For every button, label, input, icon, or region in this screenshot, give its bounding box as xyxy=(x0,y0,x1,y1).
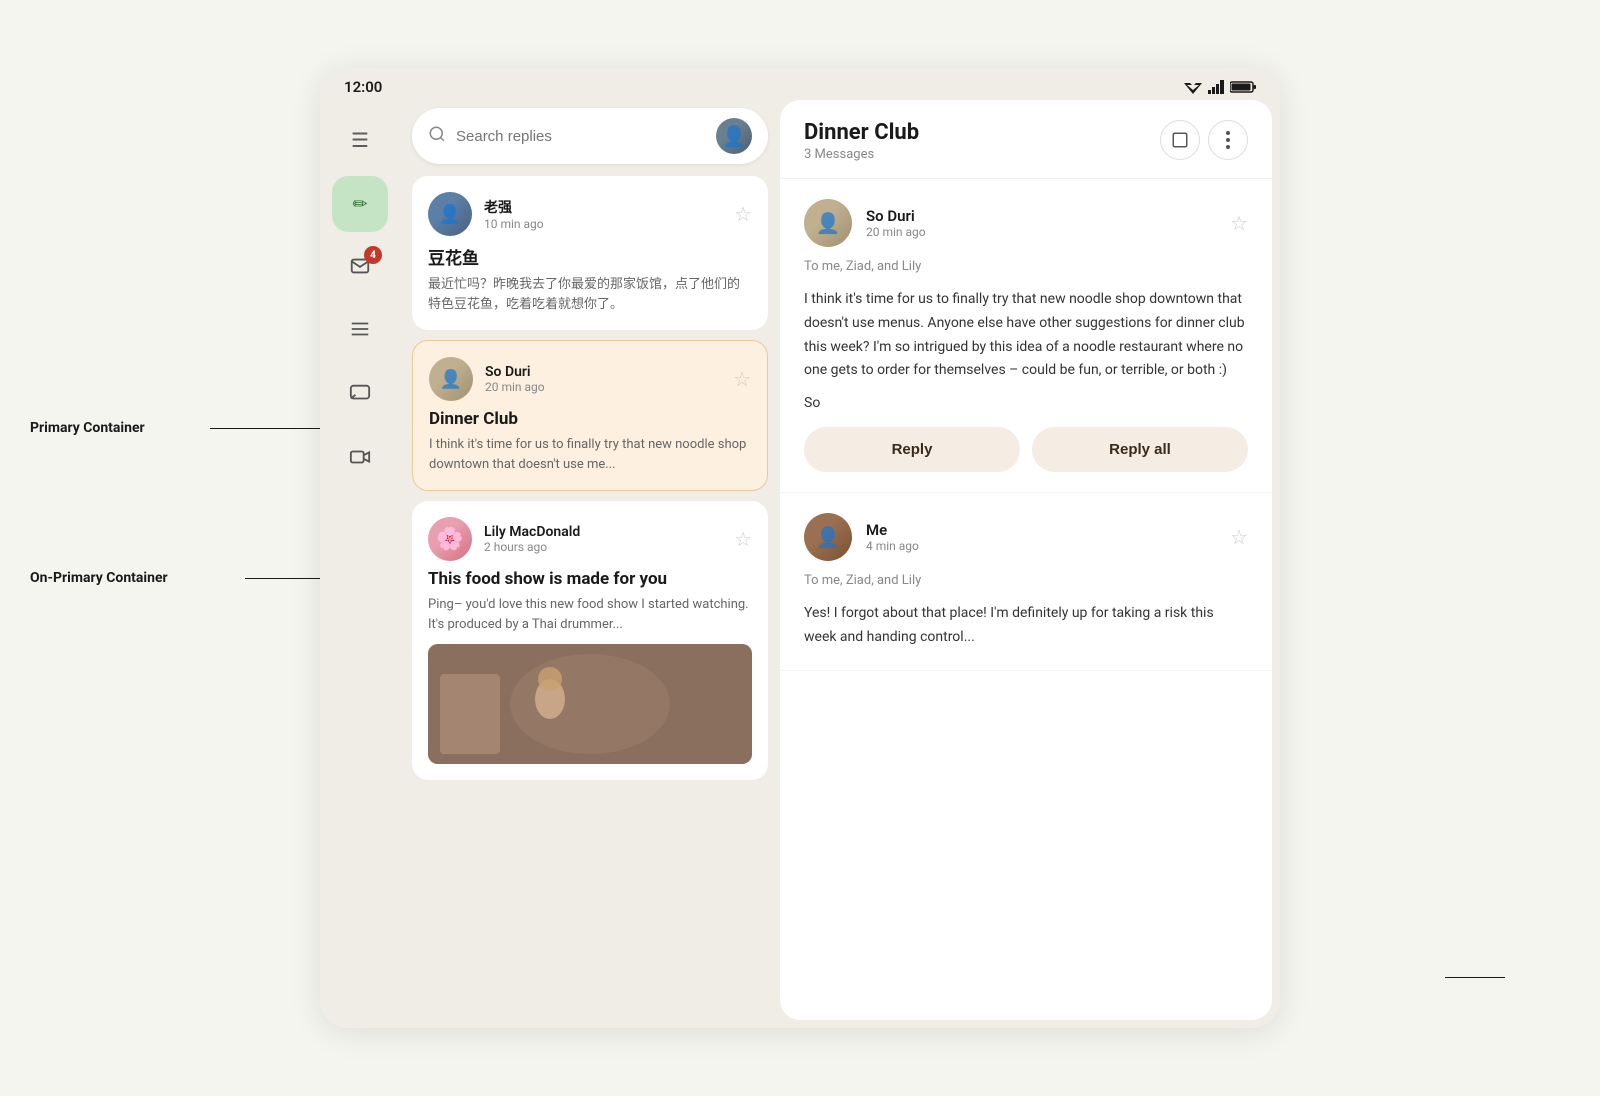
email-preview-1: 最近忙吗？昨晚我去了你最爱的那家饭馆，点了他们的特色豆花鱼，吃着吃着就想你了。 xyxy=(428,275,752,314)
status-time: 12:00 xyxy=(344,78,382,96)
email-subject-3: This food show is made for you xyxy=(428,569,752,589)
notification-badge: 4 xyxy=(364,246,382,264)
more-options-button[interactable] xyxy=(1208,120,1248,160)
message-to-1: To me, Ziad, and Lily xyxy=(804,259,1248,274)
detail-pane: Dinner Club 3 Messages xyxy=(780,100,1272,1020)
avatar-soduri-list: 👤 xyxy=(429,357,473,401)
sidebar-compose-button[interactable]: ✏ xyxy=(332,176,388,232)
chat-icon xyxy=(349,382,371,410)
message-sender-name-1: So Duri xyxy=(866,207,1216,225)
expand-button[interactable] xyxy=(1160,120,1200,160)
avatar-laoqiang: 👤 xyxy=(428,192,472,236)
email-cards-list: 👤 老强 10 min ago ☆ 豆花鱼 最近忙吗？昨晚我去了你最爱的那家饭馆… xyxy=(400,176,780,1028)
reply-button[interactable]: Reply xyxy=(804,427,1020,472)
email-list: 👤 👤 老强 10 min ago xyxy=(400,100,780,1028)
star-button-2[interactable]: ☆ xyxy=(733,367,751,391)
sender-name-1: 老强 xyxy=(484,197,722,217)
detail-actions xyxy=(1160,120,1248,160)
email-time-3: 2 hours ago xyxy=(484,540,722,554)
email-preview-2: I think it's time for us to finally try … xyxy=(429,435,751,474)
reply-actions: Reply Reply all xyxy=(804,427,1248,472)
sidebar-chat-button[interactable] xyxy=(332,368,388,424)
email-card-1[interactable]: 👤 老强 10 min ago ☆ 豆花鱼 最近忙吗？昨晚我去了你最爱的那家饭馆… xyxy=(412,176,768,330)
email-subject-1: 豆花鱼 xyxy=(428,244,752,269)
search-bar: 👤 xyxy=(412,108,768,164)
wifi-icon xyxy=(1184,80,1202,94)
video-icon xyxy=(349,446,371,474)
compose-icon: ✏ xyxy=(352,194,367,215)
on-primary-container-label: On-Primary Container xyxy=(30,570,168,586)
avatar-lily: 🌸 xyxy=(428,517,472,561)
email-image-3 xyxy=(428,644,752,764)
star-button-1[interactable]: ☆ xyxy=(734,202,752,226)
star-button-3[interactable]: ☆ xyxy=(734,527,752,551)
message-to-2: To me, Ziad, and Lily xyxy=(804,573,1248,588)
detail-body: 👤 So Duri 20 min ago ☆ To me, Ziad, and … xyxy=(780,179,1272,1020)
email-meta-2: So Duri 20 min ago xyxy=(485,364,721,394)
sender-name-3: Lily MacDonald xyxy=(484,524,722,540)
avatar-me: 👤 xyxy=(804,513,852,561)
message-body-1: I think it's time for us to finally try … xyxy=(804,288,1248,383)
search-icon xyxy=(428,125,446,147)
primary-container-label: Primary Container xyxy=(30,420,145,436)
status-bar: 12:00 xyxy=(320,68,1280,100)
reply-all-button[interactable]: Reply all xyxy=(1032,427,1248,472)
status-icons xyxy=(1184,80,1256,94)
detail-message-count: 3 Messages xyxy=(804,147,919,162)
star-message-1[interactable]: ☆ xyxy=(1230,211,1248,235)
message-sign-1: So xyxy=(804,395,1248,411)
email-meta-1: 老强 10 min ago xyxy=(484,197,722,231)
avatar-soduri-detail: 👤 xyxy=(804,199,852,247)
message-time-2: 4 min ago xyxy=(866,539,1216,553)
message-time-1: 20 min ago xyxy=(866,225,1216,239)
email-time-1: 10 min ago xyxy=(484,217,722,231)
sidebar: ☰ ✏ 4 xyxy=(320,100,400,1028)
email-subject-2: Dinner Club xyxy=(429,409,751,429)
message-body-2: Yes! I forgot about that place! I'm defi… xyxy=(804,602,1248,650)
message-item-1: 👤 So Duri 20 min ago ☆ To me, Ziad, and … xyxy=(780,179,1272,493)
user-avatar: 👤 xyxy=(716,118,752,154)
sidebar-list-button[interactable] xyxy=(332,304,388,360)
email-meta-3: Lily MacDonald 2 hours ago xyxy=(484,524,722,554)
email-card-2[interactable]: 👤 So Duri 20 min ago ☆ Dinner Club I thi… xyxy=(412,340,768,491)
message-sender-2: Me 4 min ago xyxy=(866,521,1216,553)
sidebar-video-button[interactable] xyxy=(332,432,388,488)
sender-name-2: So Duri xyxy=(485,364,721,380)
detail-header: Dinner Club 3 Messages xyxy=(780,100,1272,179)
menu-icon: ☰ xyxy=(351,128,369,152)
list-icon xyxy=(349,318,371,346)
message-item-2: 👤 Me 4 min ago ☆ To me, Ziad, and Lily Y… xyxy=(780,493,1272,671)
sidebar-notifications-button[interactable]: 4 xyxy=(332,240,388,296)
message-sender-1: So Duri 20 min ago xyxy=(866,207,1216,239)
battery-icon xyxy=(1230,80,1256,94)
signal-icon xyxy=(1208,80,1224,94)
email-time-2: 20 min ago xyxy=(485,380,721,394)
email-preview-3: Ping– you'd love this new food show I st… xyxy=(428,595,752,634)
sidebar-menu-button[interactable]: ☰ xyxy=(332,112,388,168)
star-message-2[interactable]: ☆ xyxy=(1230,525,1248,549)
email-card-3[interactable]: 🌸 Lily MacDonald 2 hours ago ☆ This food… xyxy=(412,501,768,780)
phone-frame: 12:00 ☰ xyxy=(320,68,1280,1028)
detail-title: Dinner Club xyxy=(804,120,919,145)
search-input[interactable] xyxy=(456,128,706,145)
message-sender-name-2: Me xyxy=(866,521,1216,539)
